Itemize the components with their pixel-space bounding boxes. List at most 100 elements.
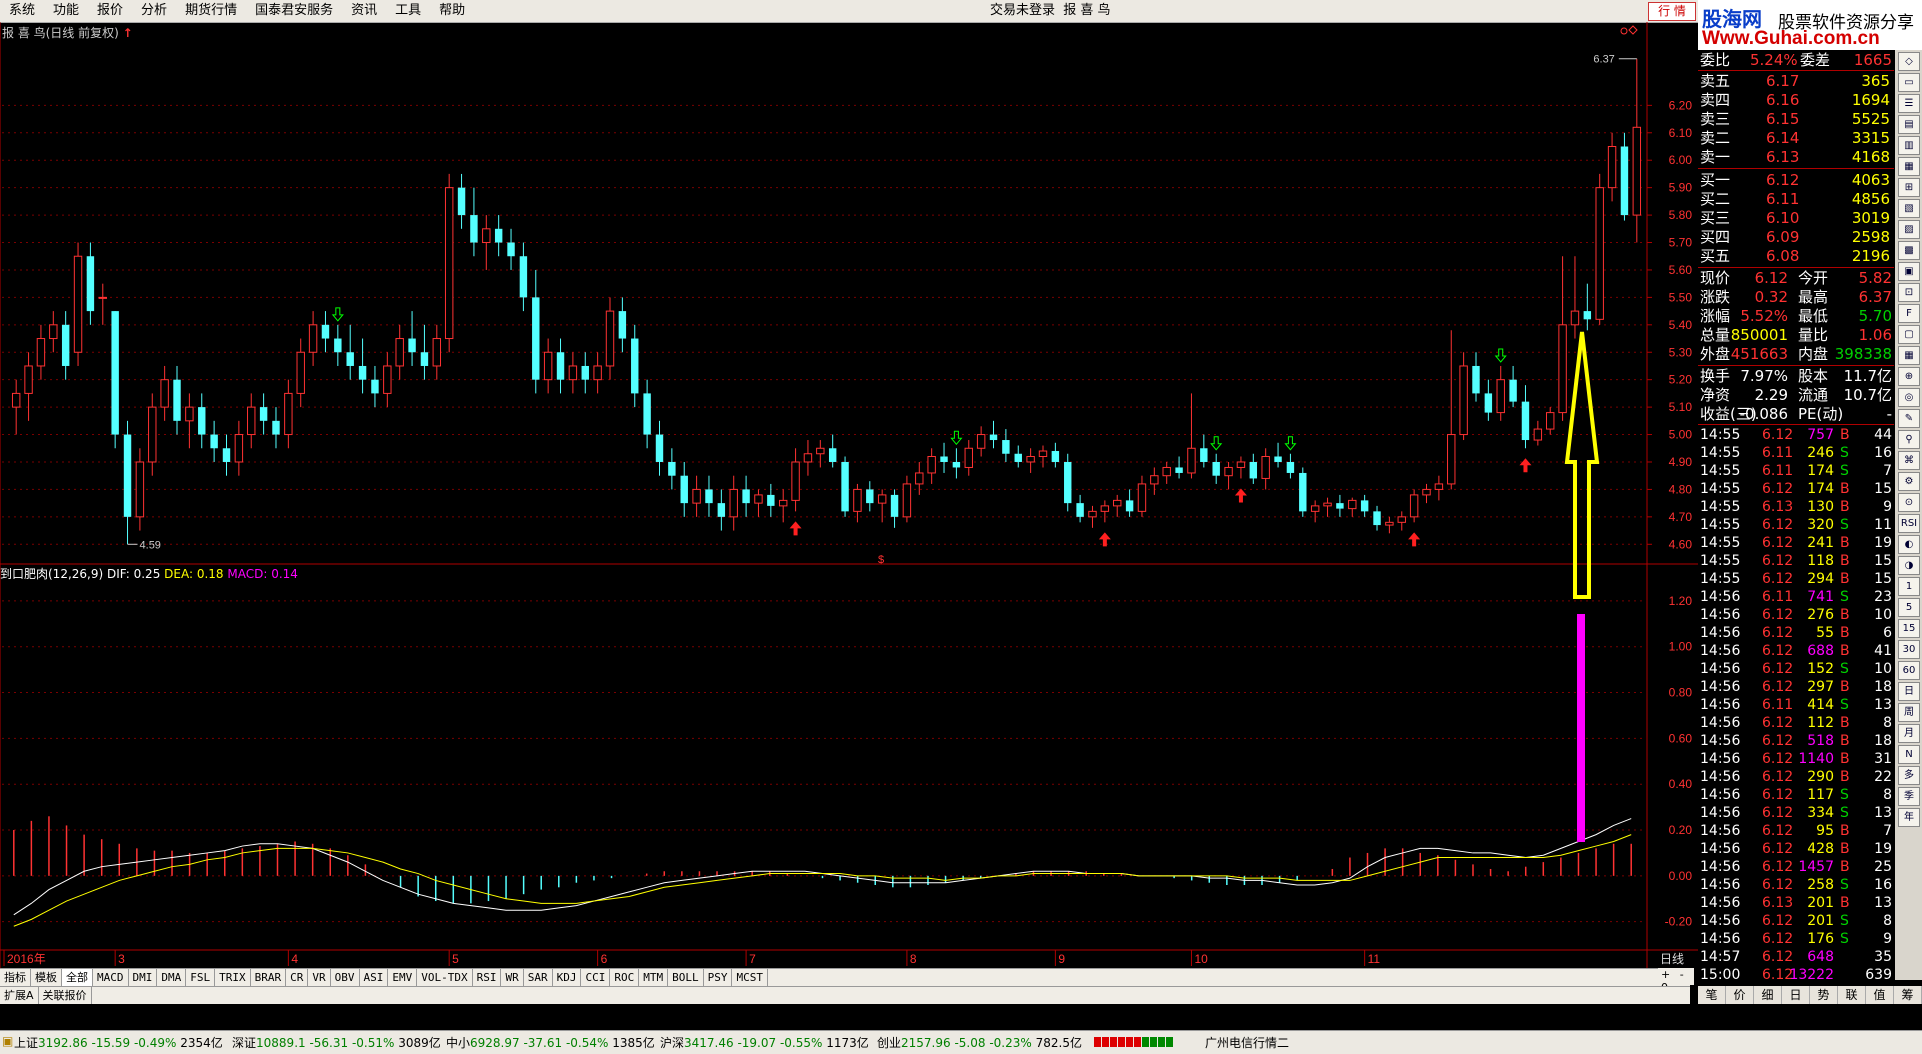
- toolbar-tool-icon[interactable]: ▩: [1898, 241, 1920, 260]
- toolbar-tool-icon[interactable]: ▧: [1898, 199, 1920, 218]
- quote-tab-7[interactable]: 筹: [1894, 986, 1922, 1004]
- period-button[interactable]: 日: [1898, 682, 1920, 701]
- quote-tab-0[interactable]: 笔: [1698, 986, 1726, 1004]
- toolbar-tool-icon[interactable]: ✎: [1898, 409, 1920, 428]
- candle-body: [680, 475, 688, 504]
- indicator-tab-obv[interactable]: OBV: [331, 969, 360, 986]
- toolbar-tool-icon[interactable]: RSI: [1898, 514, 1920, 533]
- period-button[interactable]: 60: [1898, 661, 1920, 680]
- candle-body: [383, 365, 392, 394]
- toolbar-tool-icon[interactable]: ▥: [1898, 136, 1920, 155]
- period-button[interactable]: N: [1898, 745, 1920, 764]
- indicator-tab-指标[interactable]: 指标: [0, 969, 31, 986]
- indicator-tab-brar[interactable]: BRAR: [251, 969, 287, 986]
- indicator-tab-trix[interactable]: TRIX: [215, 969, 251, 986]
- indicator-tab-模板[interactable]: 模板: [31, 969, 62, 986]
- toolbar-tool-icon[interactable]: F: [1898, 304, 1920, 323]
- buy-level-row[interactable]: 买五 6.08 2196: [1698, 247, 1894, 266]
- sell-level-row[interactable]: 卖三 6.15 5525: [1698, 110, 1894, 129]
- toolbar-tool-icon[interactable]: ⊞: [1898, 178, 1920, 197]
- index-quote[interactable]: 上证3192.86 -15.59 -0.49% 2354亿: [14, 1034, 223, 1051]
- toolbar-tool-icon[interactable]: ▨: [1898, 220, 1920, 239]
- period-button[interactable]: 15: [1898, 619, 1920, 638]
- quote-tab-2[interactable]: 细: [1754, 986, 1782, 1004]
- indicator-tab-rsi[interactable]: RSI: [473, 969, 502, 986]
- toolbar-tool-icon[interactable]: ◐: [1898, 535, 1920, 554]
- period-button[interactable]: 年: [1898, 808, 1920, 827]
- indicator-tab-sar[interactable]: SAR: [524, 969, 553, 986]
- index-quote[interactable]: 创业2157.96 -5.08 -0.23% 782.5亿: [877, 1034, 1082, 1051]
- indicator-tab-emv[interactable]: EMV: [388, 969, 418, 986]
- indicator-tab-wr[interactable]: WR: [501, 969, 524, 986]
- buy-level-row[interactable]: 买三 6.10 3019: [1698, 209, 1894, 228]
- period-button[interactable]: 季: [1898, 787, 1920, 806]
- indicator-tab-boll[interactable]: BOLL: [668, 969, 704, 986]
- tick-volume: 130: [1807, 499, 1834, 515]
- indicator-tab-kdj[interactable]: KDJ: [553, 969, 582, 986]
- zoom-out-button[interactable]: -: [1677, 968, 1687, 981]
- sell-level-row[interactable]: 卖四 6.16 1694: [1698, 91, 1894, 110]
- indicator-tab-macd[interactable]: MACD: [93, 969, 129, 986]
- toolbar-tool-icon[interactable]: ⊙: [1898, 493, 1920, 512]
- period-button[interactable]: 5: [1898, 598, 1920, 617]
- toolbar-tool-icon[interactable]: ▭: [1898, 73, 1920, 92]
- toolbar-tool-icon[interactable]: ◎: [1898, 388, 1920, 407]
- toolbar-tool-icon[interactable]: ⊕: [1898, 367, 1920, 386]
- toolbar-tool-icon[interactable]: ⚙: [1898, 472, 1920, 491]
- toolbar-tool-icon[interactable]: ▦: [1898, 346, 1920, 365]
- toolbar-tool-icon[interactable]: ☰: [1898, 94, 1920, 113]
- macd-label: MACD: 0.14: [227, 567, 298, 581]
- indicator-tab-dmi[interactable]: DMI: [129, 969, 158, 986]
- quote-tab-1[interactable]: 价: [1726, 986, 1754, 1004]
- sell-level-row[interactable]: 卖五 6.17 365: [1698, 72, 1894, 91]
- indicator-tab-vol-tdx[interactable]: VOL-TDX: [417, 969, 473, 986]
- toolbar-tool-icon[interactable]: ⚲: [1898, 430, 1920, 449]
- period-button[interactable]: 月: [1898, 724, 1920, 743]
- period-button[interactable]: 1: [1898, 577, 1920, 596]
- sell-level-row[interactable]: 卖一 6.13 4168: [1698, 148, 1894, 167]
- buy-level-row[interactable]: 买二 6.11 4856: [1698, 190, 1894, 209]
- buy-level-row[interactable]: 买四 6.09 2598: [1698, 228, 1894, 247]
- period-button[interactable]: 周: [1898, 703, 1920, 722]
- indicator-tab-mcst[interactable]: MCST: [732, 969, 768, 986]
- tick-row: 14:56 6.12 334 S 13: [1698, 804, 1894, 822]
- server-name[interactable]: 广州电信行情二: [1205, 1034, 1289, 1051]
- index-quote[interactable]: 中小6928.97 -37.61 -0.54% 1385亿: [446, 1034, 655, 1051]
- indicator-tab-cr[interactable]: CR: [286, 969, 309, 986]
- indicator-tab-psy[interactable]: PSY: [704, 969, 733, 986]
- extra-tab-0[interactable]: 扩展A: [0, 987, 39, 1004]
- index-quote[interactable]: 沪深3417.46 -19.07 -0.55% 1173亿: [660, 1034, 869, 1051]
- quote-tab-3[interactable]: 日: [1782, 986, 1810, 1004]
- period-button[interactable]: 多: [1898, 766, 1920, 785]
- tick-price: 6.12: [1762, 859, 1794, 875]
- indicator-tab-fsl[interactable]: FSL: [186, 969, 216, 986]
- period-label[interactable]: 日线: [1660, 952, 1684, 966]
- period-button[interactable]: 30: [1898, 640, 1920, 659]
- toolbar-tool-icon[interactable]: ◑: [1898, 556, 1920, 575]
- index-quote[interactable]: 深证10889.1 -56.31 -0.51% 3089亿: [232, 1034, 441, 1051]
- toolbar-tool-icon[interactable]: ▣: [1898, 262, 1920, 281]
- zoom-in-button[interactable]: +: [1658, 968, 1673, 981]
- indicator-tab-asi[interactable]: ASI: [360, 969, 389, 986]
- sell-level-row[interactable]: 卖二 6.14 3315: [1698, 129, 1894, 148]
- toolbar-tool-icon[interactable]: ⊡: [1898, 283, 1920, 302]
- toolbar-tool-icon[interactable]: ▤: [1898, 115, 1920, 134]
- indicator-tab-cci[interactable]: CCI: [581, 969, 611, 986]
- indicator-tab-全部[interactable]: 全部: [62, 969, 93, 986]
- indicator-tab-dma[interactable]: DMA: [157, 969, 187, 986]
- indicator-tab-vr[interactable]: VR: [308, 969, 331, 986]
- indicator-tab-roc[interactable]: ROC: [610, 969, 640, 986]
- kline-chart[interactable]: 6.20 6.10 6.00 5.90 5.80 5.70 5.60 5.50 5.40 5.30…: [0, 0, 1698, 968]
- indicator-tab-mtm[interactable]: MTM: [639, 969, 669, 986]
- extra-tab-1[interactable]: 关联报价: [39, 987, 92, 1004]
- index-amount: 782.5亿: [1035, 1036, 1082, 1050]
- toolbar-tool-icon[interactable]: ▢: [1898, 325, 1920, 344]
- toolbar-tool-icon[interactable]: ▦: [1898, 157, 1920, 176]
- quote-tab-4[interactable]: 势: [1810, 986, 1838, 1004]
- toolbar-tool-icon[interactable]: ◇: [1898, 52, 1920, 71]
- toolbar-tool-icon[interactable]: ⌘: [1898, 451, 1920, 470]
- status-bar: ▣ 上证3192.86 -15.59 -0.49% 2354亿 深证10889.1 …: [0, 1030, 1922, 1054]
- buy-level-row[interactable]: 买一 6.12 4063: [1698, 171, 1894, 190]
- quote-tab-5[interactable]: 联: [1838, 986, 1866, 1004]
- quote-tab-6[interactable]: 值: [1866, 986, 1894, 1004]
